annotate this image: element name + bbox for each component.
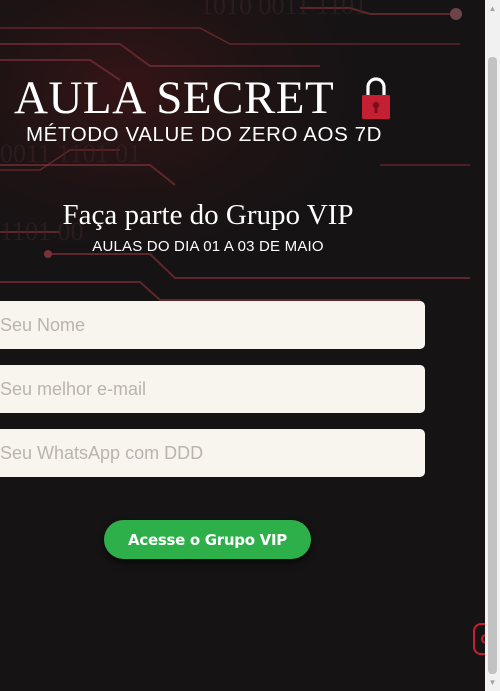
- logo-subtitle: MÉTODO VALUE DO ZERO AOS 7D: [26, 123, 383, 146]
- whatsapp-field[interactable]: [0, 429, 425, 477]
- join-vip-button[interactable]: Acesse o Grupo VIP: [104, 520, 311, 559]
- landing-content: AULA SECRET MÉTODO VALUE DO ZERO AOS 7D …: [0, 0, 491, 691]
- brand-logo: AULA SECRET MÉTODO VALUE DO ZERO AOS 7D: [14, 72, 394, 152]
- page-subtitle: AULAS DO DIA 01 A 03 DE MAIO: [92, 238, 324, 255]
- email-field[interactable]: [0, 365, 425, 413]
- lock-icon: [362, 77, 390, 119]
- name-field[interactable]: [0, 301, 425, 349]
- scrollbar-thumb[interactable]: [488, 57, 497, 674]
- vertical-scrollbar[interactable]: ▲ ▼: [485, 0, 500, 691]
- page-title: Faça parte do Grupo VIP: [62, 199, 354, 231]
- scroll-up-arrow-icon[interactable]: ▲: [485, 0, 500, 17]
- scroll-down-arrow-icon[interactable]: ▼: [485, 674, 500, 691]
- logo-wordmark: AULA SECRET: [14, 72, 335, 124]
